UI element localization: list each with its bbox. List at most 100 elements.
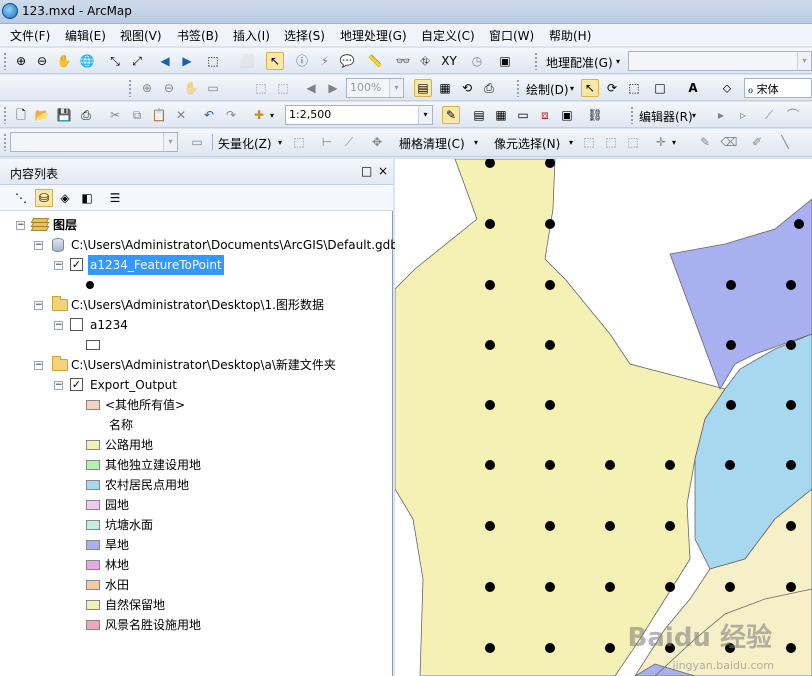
pencil-icon[interactable]: ✎ [696,133,714,151]
collapse-icon[interactable]: − [54,261,63,270]
focus-data-frame-icon[interactable]: ▦ [436,79,454,97]
options-icon[interactable]: ☰ [106,189,124,207]
model-builder-icon[interactable]: ⛓ [586,106,604,124]
list-by-selection-icon[interactable]: ◧ [78,189,96,207]
chevron-down-icon[interactable]: ▾ [616,57,620,66]
menu-selection[interactable]: 选择(S) [284,27,325,44]
save-icon[interactable]: 💾 [55,106,73,124]
previous-extent-icon[interactable]: ◀ [302,79,320,97]
georef-layer-select[interactable]: ▾ [628,51,812,71]
paste-icon[interactable]: 📋 [150,106,168,124]
tree-layer-export-output[interactable]: − ✓ Export_Output [54,375,374,395]
vectorization-menu[interactable]: 矢量化(Z) [218,135,272,152]
text-icon[interactable]: A [684,79,702,97]
go-to-xy-icon[interactable]: XY [440,52,458,70]
vectorization-trace-icon[interactable]: ⊢ [318,133,336,151]
menu-bookmarks[interactable]: 书签(B) [177,27,219,44]
menu-customize[interactable]: 自定义(C) [421,27,475,44]
shape-recognition-icon[interactable]: ✥ [368,133,386,151]
drawing-menu[interactable]: 绘制(D) [526,81,569,98]
find-route-icon[interactable]: ⛗ [416,52,434,70]
html-popup-icon[interactable]: 💬 [338,52,356,70]
vectorization-settings-icon[interactable]: ▭ [188,133,206,151]
pan-hand-icon[interactable]: ✋ [55,52,73,70]
tree-source-gdb[interactable]: − C:\Users\Administrator\Documents\ArcGI… [34,235,398,255]
toolbar-grip[interactable] [3,52,7,70]
zoom-100-icon[interactable]: ⬚ [252,79,270,97]
fixed-zoom-out-icon[interactable]: ⤢ [128,52,146,70]
straight-segment-icon[interactable]: ⟋ [760,106,778,124]
select-elements-arrow-icon[interactable]: ↖ [266,52,284,70]
collapse-icon[interactable]: − [34,361,43,370]
layer-visibility-checkbox[interactable]: ✓ [70,378,83,391]
data-driven-pages-icon[interactable]: ⎙ [480,79,498,97]
map-view[interactable]: Baidu 经验 jingyan.baidu.com [395,159,812,676]
table-of-contents-icon[interactable]: ▤ [470,106,488,124]
toolbar-grip[interactable] [516,79,520,97]
chevron-down-icon[interactable]: ▾ [270,111,274,120]
chevron-down-icon[interactable]: ▾ [692,111,696,120]
collapse-icon[interactable]: − [54,381,63,390]
list-by-source-icon[interactable]: ⛁ [35,189,53,207]
layer-name[interactable]: Export_Output [90,375,177,395]
edit-tool-icon[interactable]: ▸ [712,106,730,124]
forward-arrow-icon[interactable]: ▶ [178,52,196,70]
arctoolbox-icon[interactable]: ⧈ [536,106,554,124]
clear-selection-icon[interactable]: ⬜ [238,52,256,70]
map-scale-select[interactable]: 1:2,500 ▾ [285,105,433,125]
edit-annotation-icon[interactable]: ▹ [734,106,752,124]
font-select[interactable]: ℴ 宋体 [744,78,812,98]
measure-icon[interactable]: 📏 [366,52,384,70]
chevron-down-icon[interactable]: ▾ [570,84,574,93]
chevron-down-icon[interactable]: ▾ [797,52,811,70]
toolbar-grip[interactable] [128,79,132,97]
collapse-icon[interactable]: − [16,221,25,230]
georeferencing-menu[interactable]: 地理配准(G) [546,54,613,71]
menu-view[interactable]: 视图(V) [120,27,162,44]
fixed-zoom-icon[interactable]: ⬚ [274,79,292,97]
toolbar-grip[interactable] [3,106,7,124]
editor-menu[interactable]: 编辑器(R) [639,108,693,125]
layer-name[interactable]: a1234 [90,315,128,335]
tree-source-folder-2[interactable]: − C:\Users\Administrator\Desktop\a\新建文件夹 [34,355,390,375]
layout-zoom-select[interactable]: 100% ▾ [346,78,404,98]
chevron-down-icon[interactable]: ▾ [163,133,177,151]
viewer-window-icon[interactable]: ▣ [496,52,514,70]
list-by-visibility-icon[interactable]: ◈ [56,189,74,207]
change-layout-icon[interactable]: ⟲ [458,79,476,97]
back-arrow-icon[interactable]: ◀ [156,52,174,70]
tree-layer-featuretopoint[interactable]: − ✓ a1234_FeatureToPoint [54,255,374,275]
trace-between-points-icon[interactable]: ⟋ [340,133,358,151]
menu-insert[interactable]: 插入(I) [233,27,270,44]
layout-zoom-in-icon[interactable]: ⊕ [138,79,156,97]
toolbar-grip[interactable] [534,52,538,70]
next-extent-icon[interactable]: ▶ [324,79,342,97]
python-window-icon[interactable]: ▣ [558,106,576,124]
time-slider-icon[interactable]: ◷ [468,52,486,70]
interactive-selection-icon[interactable]: ⬚ [602,133,620,151]
toggle-draft-mode-icon[interactable]: ▤ [414,79,432,97]
menu-edit[interactable]: 编辑(E) [65,27,106,44]
brush-icon[interactable]: ✐ [748,133,766,151]
new-document-icon[interactable]: 🗋 [12,106,30,124]
find-binoculars-icon[interactable]: 👓 [394,52,412,70]
zoom-whole-page-icon[interactable]: ▭ [204,79,222,97]
menu-help[interactable]: 帮助(H) [549,27,591,44]
select-features-icon[interactable]: ⬚ [204,52,222,70]
chevron-down-icon[interactable]: ▾ [278,138,282,147]
chevron-down-icon[interactable]: ▾ [474,138,478,147]
layer-visibility-checkbox[interactable]: ✓ [70,258,83,271]
toolbar-grip[interactable] [630,106,634,124]
show-preview-icon[interactable]: ⬚ [290,133,308,151]
delete-icon[interactable]: ✕ [172,106,190,124]
raster-layer-select[interactable]: ▾ [10,132,178,152]
layer-visibility-checkbox[interactable] [70,318,83,331]
toolbar-grip[interactable] [3,133,7,151]
menu-windows[interactable]: 窗口(W) [489,27,534,44]
collapse-icon[interactable]: − [34,241,43,250]
catalog-icon[interactable]: ▦ [492,106,510,124]
zoom-to-elements-icon[interactable]: ⬚ [625,79,643,97]
menu-geoprocessing[interactable]: 地理处理(G) [340,27,407,44]
find-connected-cells-icon[interactable]: ⬚ [624,133,642,151]
full-extent-globe-icon[interactable]: 🌐 [78,52,96,70]
